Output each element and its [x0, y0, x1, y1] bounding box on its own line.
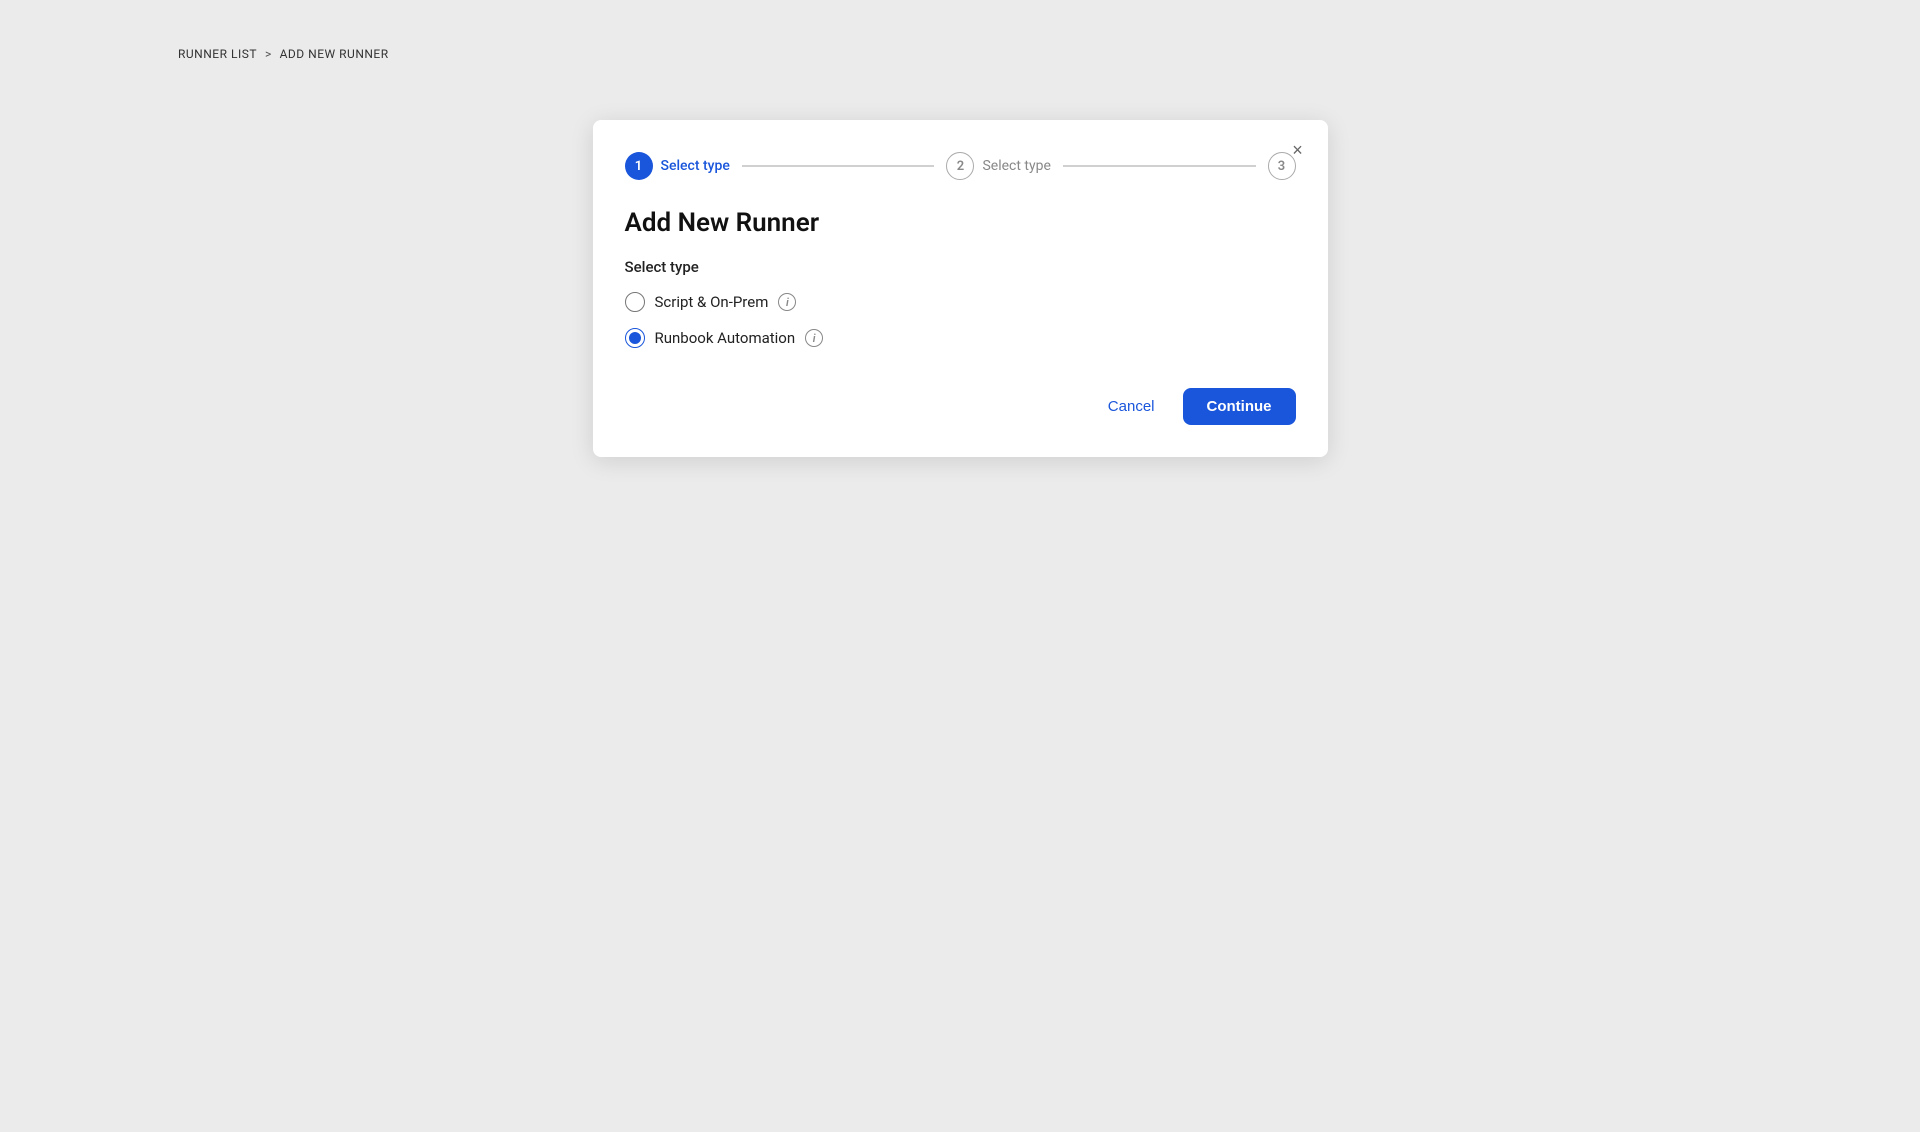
- info-icon-runbook[interactable]: i: [805, 329, 823, 347]
- step-1-label: Select type: [661, 158, 730, 174]
- radio-group: Script & On-Prem i Runbook Automation i: [625, 292, 1296, 348]
- radio-script-label: Script & On-Prem: [655, 293, 769, 311]
- radio-item-script[interactable]: Script & On-Prem i: [625, 292, 1296, 312]
- info-icon-script[interactable]: i: [778, 293, 796, 311]
- step-2: 2 Select type: [946, 152, 1050, 180]
- radio-runbook[interactable]: [625, 328, 645, 348]
- step-1: 1 Select type: [625, 152, 730, 180]
- radio-script[interactable]: [625, 292, 645, 312]
- step-line-2: [1063, 165, 1256, 167]
- stepper: 1 Select type 2 Select type 3: [625, 152, 1296, 180]
- cancel-button[interactable]: Cancel: [1092, 390, 1171, 423]
- dialog-title: Add New Runner: [625, 208, 1296, 238]
- section-label: Select type: [625, 258, 1296, 276]
- step-1-circle: 1: [625, 152, 653, 180]
- dialog: × 1 Select type 2 Select type: [593, 120, 1328, 457]
- radio-item-runbook[interactable]: Runbook Automation i: [625, 328, 1296, 348]
- continue-button[interactable]: Continue: [1183, 388, 1296, 425]
- radio-runbook-label: Runbook Automation: [655, 329, 796, 347]
- step-line-1: [742, 165, 935, 167]
- step-2-circle: 2: [946, 152, 974, 180]
- dialog-footer: Cancel Continue: [625, 388, 1296, 425]
- dialog-overlay: × 1 Select type 2 Select type: [0, 0, 1920, 1132]
- step-2-label: Select type: [982, 158, 1050, 174]
- close-button[interactable]: ×: [1284, 136, 1312, 164]
